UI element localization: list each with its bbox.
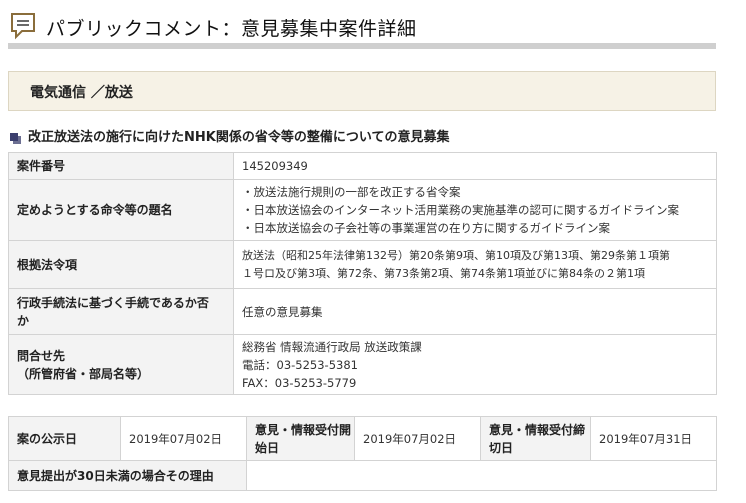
comment-start-label: 意見・情報受付開 始日 [246,416,355,461]
comment-deadline-value: 2019年07月31日 [590,416,717,461]
title-label: 定めようとする命令等の題名 [8,179,234,241]
basis-line: １号ロ及び第3項、第72条、第73条第2項、第74条第1項並びに第84条の２第1… [242,266,645,280]
short-period-reason-label: 意見提出が30日未満の場合その理由 [8,460,247,491]
case-detail-table: 案件番号 145209349 定めようとする命令等の題名 ・放送法施行規則の一部… [8,152,717,395]
contact-label: 問合せ先 （所管府省・部局名等） [8,334,234,395]
case-subject-text: 改正放送法の施行に向けたNHK関係の省令等の整備についての意見募集 [28,130,450,145]
case-number-value: 145209349 [233,152,717,180]
table-row: 根拠法令項 放送法（昭和25年法律第132号）第20条第9項、第10項及び第13… [8,240,717,289]
case-subject: 改正放送法の施行に向けたNHK関係の省令等の整備についての意見募集 [10,126,716,145]
procedure-value: 任意の意見募集 [233,288,717,335]
category-box: 電気通信 ／放送 [8,71,716,111]
contact-value: 総務省 情報流通行政局 放送政策課 電話：03-5253-5381 FAX：03… [233,334,717,395]
title-value: ・放送法施行規則の一部を改正する省令案 ・日本放送協会のインターネット活用業務の… [233,179,717,241]
contact-label-line: （所管府省・部局名等） [17,366,150,381]
comment-deadline-label-line: 意見・情報受付締 [489,422,586,437]
contact-fax: FAX：03-5253-5779 [242,375,357,390]
contact-phone: 電話：03-5253-5381 [242,357,358,372]
schedule-table: 案の公示日 2019年07月02日 意見・情報受付開 始日 2019年07月02… [8,416,717,491]
comment-bubble-icon [10,12,36,40]
table-row: 案件番号 145209349 [8,152,717,180]
comment-deadline-label-line: 切日 [489,440,514,455]
comment-start-label-line: 始日 [255,440,280,455]
procedure-label-line: 行政手続法に基づく手続であるか否 [17,295,209,310]
title-line: ・日本放送協会のインターネット活用業務の実施基準の認可に関するガイドライン案 [242,203,679,217]
category-label: 電気通信 ／放送 [30,85,133,101]
page-title: パブリックコメント：意見募集中案件詳細 [46,18,417,40]
basis-label: 根拠法令項 [8,240,234,289]
procedure-label: 行政手続法に基づく手続であるか否 か [8,288,234,335]
square-bullet-icon [10,129,21,144]
title-line: ・放送法施行規則の一部を改正する省令案 [242,185,461,199]
procedure-label-line: か [17,313,30,328]
published-date-label: 案の公示日 [8,416,121,461]
table-row: 問合せ先 （所管府省・部局名等） 総務省 情報流通行政局 放送政策課 電話：03… [8,334,717,395]
header-divider [8,43,716,49]
contact-label-line: 問合せ先 [17,348,66,363]
comment-start-label-line: 意見・情報受付開 [255,422,352,437]
table-row: 定めようとする命令等の題名 ・放送法施行規則の一部を改正する省令案 ・日本放送協… [8,179,717,241]
basis-line: 放送法（昭和25年法律第132号）第20条第9項、第10項及び第13項、第29条… [242,248,670,262]
published-date-value: 2019年07月02日 [120,416,247,461]
short-period-reason-value [246,460,717,491]
contact-department: 総務省 情報流通行政局 放送政策課 [242,339,422,354]
comment-start-value: 2019年07月02日 [354,416,481,461]
basis-value: 放送法（昭和25年法律第132号）第20条第9項、第10項及び第13項、第29条… [233,240,717,289]
case-number-label: 案件番号 [8,152,234,180]
table-row: 案の公示日 2019年07月02日 意見・情報受付開 始日 2019年07月02… [8,416,717,461]
comment-deadline-label: 意見・情報受付締 切日 [480,416,591,461]
title-line: ・日本放送協会の子会社等の事業運営の在り方に関するガイドライン案 [242,221,610,235]
table-row: 意見提出が30日未満の場合その理由 [8,460,717,491]
table-row: 行政手続法に基づく手続であるか否 か 任意の意見募集 [8,288,717,335]
page-header: パブリックコメント：意見募集中案件詳細 [8,6,716,48]
